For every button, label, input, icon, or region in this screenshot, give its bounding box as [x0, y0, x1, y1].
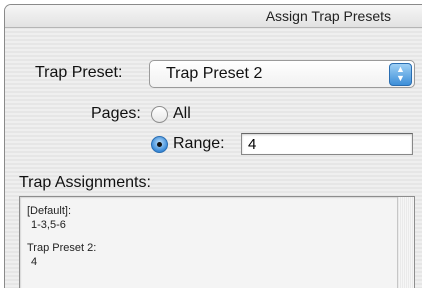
trap-assignments-list[interactable]: [Default]: 1-3,5-6 Trap Preset 2: 4: [19, 196, 415, 288]
trap-preset-value: Trap Preset 2: [166, 65, 263, 82]
pages-all-radio[interactable]: [151, 106, 168, 123]
pages-range-label[interactable]: Range:: [173, 135, 225, 153]
assignment-name: [Default]:: [27, 205, 72, 217]
pages-label: Pages:: [91, 105, 141, 122]
pages-all-label[interactable]: All: [173, 105, 191, 123]
vertical-scrollbar[interactable]: [397, 197, 414, 288]
trap-preset-label: Trap Preset:: [35, 64, 123, 81]
dialog-window: Assign Trap Presets Trap Preset: Trap Pr…: [4, 4, 422, 288]
popup-arrows-icon: ▲ ▼: [389, 63, 412, 86]
range-input[interactable]: [241, 133, 413, 155]
list-item: [Default]: 1-3,5-6: [27, 204, 96, 232]
title-bar[interactable]: Assign Trap Presets: [5, 5, 422, 28]
window-title: Assign Trap Presets: [265, 8, 391, 24]
pages-range-radio[interactable]: [151, 136, 168, 153]
list-item: Trap Preset 2: 4: [27, 241, 96, 269]
assignment-name: Trap Preset 2:: [27, 242, 97, 254]
assignment-pages: 4: [31, 256, 38, 268]
assignments-content: [Default]: 1-3,5-6 Trap Preset 2: 4: [27, 204, 96, 278]
assignment-pages: 1-3,5-6: [31, 219, 66, 231]
trap-assignments-label: Trap Assignments:: [19, 174, 151, 191]
trap-preset-popup[interactable]: Trap Preset 2 ▲ ▼: [149, 60, 415, 88]
